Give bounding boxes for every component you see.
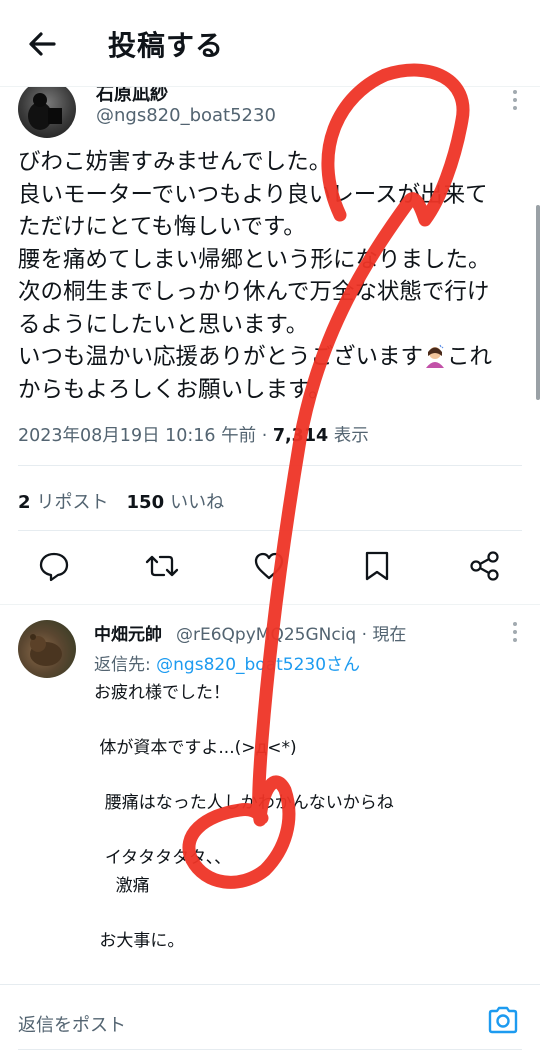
reply-input[interactable]: 返信をポスト (18, 1011, 126, 1037)
reply-to-handle[interactable]: @ngs820_boat5230さん (156, 655, 360, 675)
view-count: 7,314 (272, 426, 329, 446)
page-title: 投稿する (108, 29, 225, 62)
share-icon[interactable] (467, 548, 503, 584)
post-line: 次の桐生までしっかり休んで万全な状態で行け (18, 279, 490, 305)
action-bar (18, 548, 522, 588)
post-line: 腰を痛めてしまい帰郷という形になりました。 (18, 246, 491, 273)
post-stats: 2 リポスト 150 いいね (18, 488, 224, 514)
post-author-row: 石原凪紗 @ngs820_boat5230 (18, 80, 528, 140)
post-line: からもよろしくお願いします。 (18, 376, 331, 403)
avatar[interactable] (18, 620, 76, 678)
post-line: るようにしたいと思います。 (18, 311, 309, 338)
post-line: びわこ妨害すみませんでした。 (18, 149, 332, 175)
more-options-icon[interactable] (512, 90, 518, 112)
more-options-icon[interactable] (512, 622, 518, 644)
reply-post[interactable]: 中畑元帥 @rE6QpyMQ25GNciq · 現在 返信先: @ngs820_… (18, 618, 528, 998)
reply-compose-bar: 返信をポスト (0, 984, 540, 1058)
post-line: いつも温かい応援ありがとうございます (18, 344, 424, 370)
reply-to: 返信先: @ngs820_boat5230さん (94, 655, 361, 675)
divider (0, 604, 540, 605)
divider (18, 530, 522, 531)
divider (18, 1049, 522, 1050)
post-text: びわこ妨害すみませんでした。 良いモーターでいつもより良いレースが出来て ただけ… (18, 146, 528, 406)
reply-icon[interactable] (36, 548, 72, 584)
repost-label[interactable]: リポスト (37, 492, 109, 513)
person-bowing-emoji-icon (426, 344, 445, 368)
reply-author-name[interactable]: 中畑元帥 (94, 620, 162, 645)
arrow-left-icon[interactable] (24, 26, 60, 62)
like-label[interactable]: いいね (170, 492, 224, 513)
top-header: 投稿する (0, 0, 540, 87)
post-line-tail: これ (447, 344, 493, 370)
author-handle[interactable]: @ngs820_boat5230 (96, 105, 276, 126)
reply-text: お疲れ様でした！ 体が資本ですよ...(>д<*) 腰痛はなった人しかわかんない… (94, 683, 394, 951)
camera-icon[interactable] (486, 1003, 520, 1037)
bookmark-icon[interactable] (359, 548, 395, 584)
repost-count[interactable]: 2 (18, 492, 31, 513)
like-icon[interactable] (251, 548, 287, 584)
post-line: ただけにとても悔しいです。 (18, 214, 306, 240)
repost-icon[interactable] (144, 548, 180, 584)
divider (18, 465, 522, 466)
post-timestamp: 2023年08月19日 10:16 午前 · 7,314 表示 (18, 426, 369, 446)
avatar[interactable] (18, 80, 76, 138)
post-line: 良いモーターでいつもより良いレースが出来て (18, 181, 488, 208)
reply-author-handle[interactable]: @rE6QpyMQ25GNciq · 現在 (176, 620, 406, 645)
like-count[interactable]: 150 (127, 492, 165, 513)
scrollbar[interactable] (536, 205, 540, 400)
